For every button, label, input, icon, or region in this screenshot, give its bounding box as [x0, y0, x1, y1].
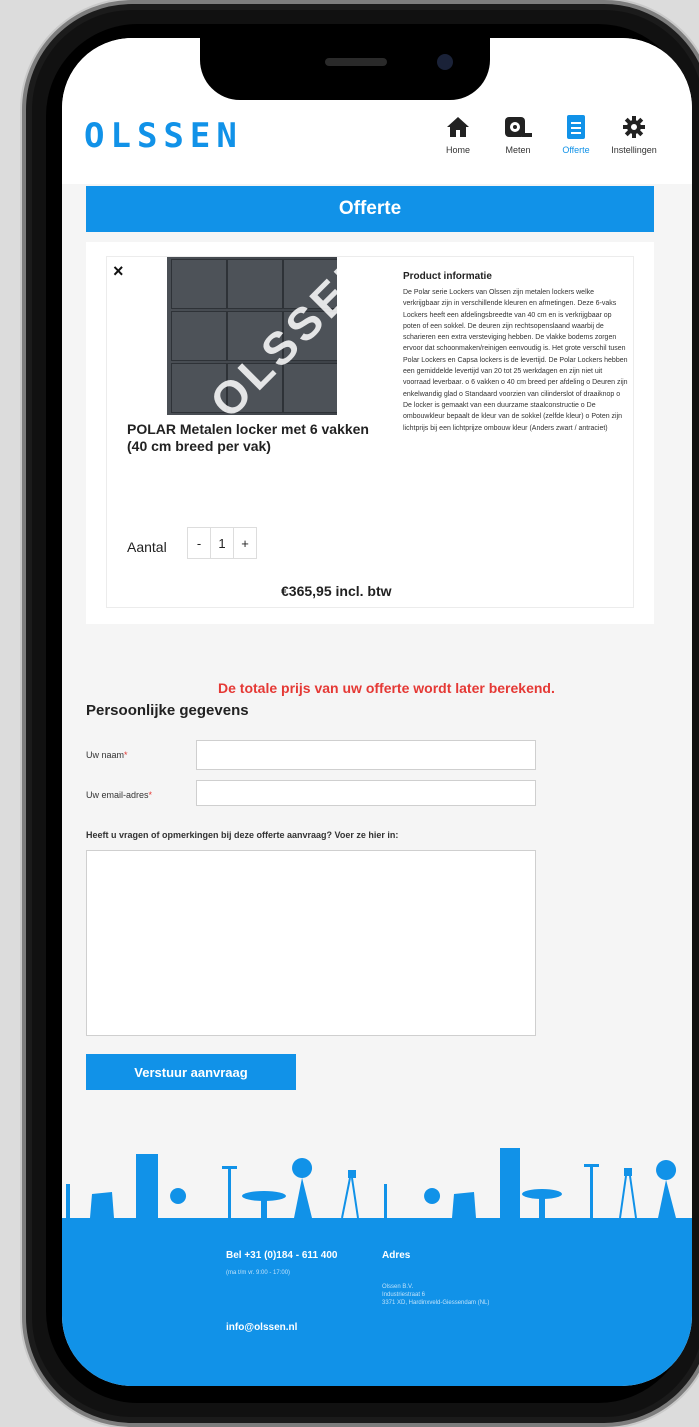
- product-info-text: De Polar serie Lockers van Olssen zijn m…: [403, 289, 628, 432]
- email-label: Uw email-adres*: [86, 790, 152, 800]
- quantity-label: Aantal: [127, 539, 167, 555]
- nav-meten-label: Meten: [505, 145, 531, 155]
- nav-instellingen[interactable]: Instellingen: [604, 112, 664, 155]
- quantity-stepper: - 1 +: [187, 527, 257, 559]
- nav-home-label: Home: [445, 145, 470, 155]
- nav-home[interactable]: Home: [428, 112, 488, 155]
- furniture-skyline: [66, 1148, 677, 1219]
- email-field[interactable]: [196, 780, 536, 806]
- footer: Bel +31 (0)184 - 611 400 (ma t/m vr. 9:0…: [62, 1218, 692, 1386]
- quantity-value[interactable]: 1: [211, 528, 234, 558]
- home-icon: [443, 112, 473, 142]
- product-info-title: Product informatie: [403, 271, 492, 282]
- quantity-plus-button[interactable]: +: [234, 528, 256, 558]
- name-field[interactable]: [196, 740, 536, 770]
- question-textarea[interactable]: [86, 850, 536, 1036]
- email-label-text: Uw email-adres: [86, 790, 149, 800]
- required-mark: *: [148, 790, 153, 800]
- product-price: €365,95 incl. btw: [281, 583, 392, 599]
- product-card-inner: × OLSSEN POLAR Metalen locker met 6 vakk…: [106, 256, 634, 608]
- footer-email[interactable]: info@olssen.nl: [226, 1322, 297, 1333]
- nav-offerte-label: Offerte: [562, 145, 590, 155]
- screen: OLSSEN Home Meten Offerte Instellingen O…: [62, 38, 692, 1386]
- price-notice: De totale prijs van uw offerte wordt lat…: [218, 680, 555, 696]
- camera: [437, 54, 453, 70]
- submit-button[interactable]: Verstuur aanvraag: [86, 1054, 296, 1090]
- footer-address-line: 3371 XD, Hardinxveld-Giessendam (NL): [382, 1300, 490, 1306]
- product-title: POLAR Metalen locker met 6 vakken (40 cm…: [127, 421, 369, 454]
- page-title: Offerte: [86, 186, 654, 232]
- nav-offerte[interactable]: Offerte: [546, 112, 606, 155]
- gear-icon: [619, 112, 649, 142]
- section-title: Persoonlijke gegevens: [86, 702, 249, 719]
- tape-measure-icon: [503, 112, 533, 142]
- required-mark: *: [124, 750, 128, 760]
- nav-instellingen-label: Instellingen: [611, 145, 657, 155]
- nav-meten[interactable]: Meten: [488, 112, 548, 155]
- footer-phone[interactable]: Bel +31 (0)184 - 611 400: [226, 1250, 337, 1261]
- locker-door: [171, 259, 227, 309]
- footer-address-line: Industriestraat 6: [382, 1292, 426, 1298]
- document-icon: [561, 112, 591, 142]
- close-icon[interactable]: ×: [113, 261, 124, 282]
- product-image: OLSSEN: [167, 257, 337, 415]
- product-card: × OLSSEN POLAR Metalen locker met 6 vakk…: [86, 242, 654, 624]
- locker-door: [227, 259, 283, 309]
- name-label-text: Uw naam: [86, 750, 125, 760]
- speaker: [325, 58, 387, 66]
- name-label: Uw naam*: [86, 750, 128, 760]
- question-label: Heeft u vragen of opmerkingen bij deze o…: [86, 830, 399, 840]
- footer-address-line: Olssen B.V.: [382, 1284, 414, 1290]
- footer-address-title: Adres: [382, 1250, 411, 1261]
- quantity-minus-button[interactable]: -: [188, 528, 211, 558]
- locker-door: [171, 311, 227, 361]
- footer-hours: (ma t/m vr. 9:00 - 17:00): [226, 1270, 291, 1276]
- logo[interactable]: OLSSEN: [84, 116, 243, 156]
